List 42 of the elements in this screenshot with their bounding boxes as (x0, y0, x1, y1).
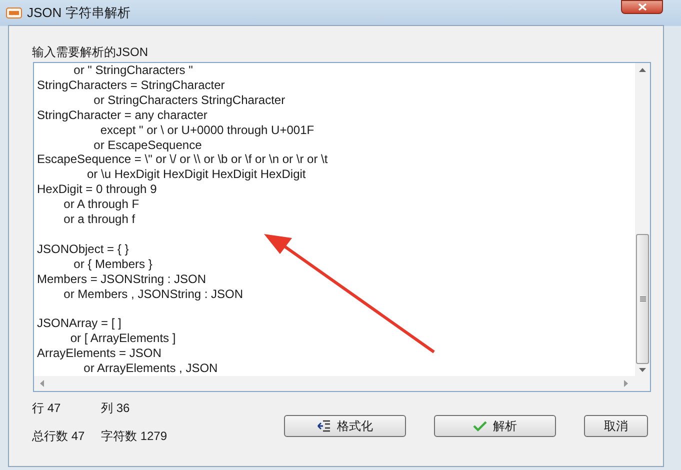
close-button[interactable] (621, 0, 663, 14)
code-line: or a through f (62, 212, 136, 227)
code-line: HexDigit = 0 through 9 (37, 182, 157, 198)
scroll-left-icon (40, 380, 44, 387)
code-line: or " StringCharacters " (72, 63, 193, 78)
window-title: JSON 字符串解析 (27, 4, 130, 22)
code-line: or EscapeSequence (92, 138, 202, 152)
json-editor[interactable] (33, 62, 651, 392)
scroll-right-icon (624, 380, 628, 387)
vertical-scrollbar[interactable] (635, 63, 650, 376)
code-line: JSONArray = [ ] (37, 316, 122, 332)
scroll-down-icon (639, 368, 646, 372)
row-count: 行 47 (32, 400, 62, 417)
horizontal-scrollbar[interactable] (34, 376, 650, 391)
code-line: EscapeSequence = \" or \/ or \\ or \b or \f or \n or \r or \t (37, 152, 328, 168)
grip-icon (640, 296, 646, 302)
code-line: except " or \ or U+0000 through U+001F (99, 122, 314, 138)
character-count: 字符数 1279 (100, 428, 168, 445)
code-line: ArrayElements = JSON (37, 346, 162, 362)
cancel-button[interactable]: 取消 (584, 415, 648, 437)
code-line: or StringCharacters StringCharacter (92, 92, 286, 108)
code-line: or ArrayElements , JSON (82, 361, 218, 376)
format-button[interactable]: 格式化 (284, 415, 406, 437)
code-line: Members = JSONString : JSON (37, 272, 206, 287)
app-icon (6, 7, 22, 19)
input-label: 输入需要解析的JSON (32, 45, 148, 59)
column-count: 列 36 (100, 400, 131, 417)
scrollbar-thumb[interactable] (636, 234, 649, 364)
code-line: or [ ArrayElements ] (69, 331, 176, 346)
code-line: or A through F (62, 197, 140, 212)
total-lines: 总行数 47 (32, 428, 86, 445)
scroll-up-icon (639, 68, 646, 72)
code-line: or { Members } (72, 256, 152, 272)
close-icon (638, 3, 646, 11)
code-line: StringCharacters = StringCharacter (37, 78, 225, 93)
code-line: StringCharacter = any character (37, 108, 208, 123)
parse-button[interactable]: 解析 (434, 415, 556, 437)
indent-icon (317, 420, 331, 432)
check-icon (473, 420, 487, 432)
code-line: or Members , JSONString : JSON (62, 286, 244, 302)
code-line: or \u HexDigit HexDigit HexDigit HexDigit (86, 167, 306, 182)
code-line: JSONObject = { } (37, 242, 129, 257)
